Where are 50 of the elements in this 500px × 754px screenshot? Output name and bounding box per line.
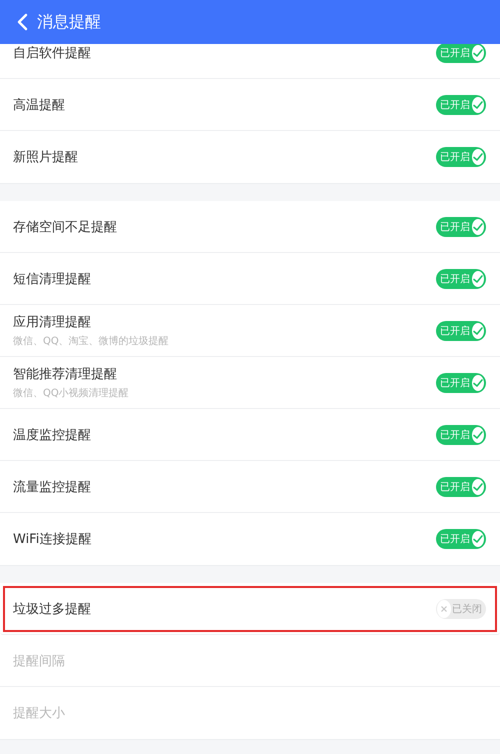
toggle-switch[interactable]: 已开启 (436, 529, 486, 549)
row-label: 提醒大小 (13, 705, 65, 722)
toggle-switch[interactable]: 已关闭 (436, 598, 486, 618)
settings-row[interactable]: 高温提醒 已开启 (0, 79, 500, 131)
settings-row[interactable]: 存储空间不足提醒 已开启 (0, 201, 500, 253)
toggle-switch[interactable]: 已开启 (436, 372, 486, 392)
row-label: 存储空间不足提醒 (13, 218, 117, 236)
settings-row[interactable]: 智能推荐清理提醒 微信、QQ小视频清理提醒 已开启 (0, 357, 500, 409)
settings-row[interactable]: 应用清理提醒 微信、QQ、淘宝、微博的垃圾提醒 已开启 (0, 305, 500, 357)
check-icon (472, 428, 484, 440)
toggle-switch[interactable]: 已开启 (436, 320, 486, 340)
settings-row[interactable]: 自启软件提醒 已开启 (0, 44, 500, 79)
back-icon[interactable] (16, 13, 28, 31)
check-icon (472, 98, 484, 110)
settings-row[interactable]: 短信清理提醒 已开启 (0, 253, 500, 305)
row-label: 新照片提醒 (13, 149, 78, 166)
toggle-switch[interactable]: 已开启 (436, 268, 486, 288)
toggle-switch[interactable]: 已开启 (436, 44, 486, 62)
row-label: 温度监控提醒 (13, 426, 91, 444)
toggle-switch[interactable]: 已开启 (436, 424, 486, 444)
check-icon (472, 151, 484, 163)
toggle-switch[interactable]: 已开启 (436, 94, 486, 114)
settings-row[interactable]: 流量监控提醒 已开启 (0, 461, 500, 513)
check-icon (472, 324, 484, 336)
row-label: 短信清理提醒 (13, 270, 91, 288)
row-label: WiFi连接提醒 (13, 531, 92, 548)
toggle-switch[interactable]: 已开启 (436, 147, 486, 167)
row-label: 智能推荐清理提醒 (13, 366, 118, 383)
row-label: 高温提醒 (13, 96, 65, 114)
check-icon (472, 272, 484, 284)
check-icon (472, 533, 484, 545)
check-icon (472, 480, 484, 492)
row-description: 微信、QQ、淘宝、微博的垃圾提醒 (13, 334, 169, 348)
row-label: 提醒间隔 (13, 652, 65, 670)
row-label: 流量监控提醒 (13, 478, 91, 496)
page-title: 消息提醒 (37, 12, 101, 32)
check-icon (472, 46, 484, 58)
check-icon (472, 376, 484, 388)
toggle-switch[interactable]: 已开启 (436, 476, 486, 496)
toggle-switch[interactable]: 已开启 (436, 216, 486, 236)
row-label: 应用清理提醒 (13, 314, 92, 331)
settings-row[interactable]: 温度监控提醒 已开启 (0, 409, 500, 461)
check-icon (472, 220, 484, 232)
highlighted-row[interactable]: 垃圾过多提醒 已关闭 (0, 583, 500, 635)
row-label: 垃圾过多提醒 (13, 600, 91, 618)
close-icon (440, 604, 448, 612)
row-label: 自启软件提醒 (13, 44, 91, 62)
row-description: 微信、QQ小视频清理提醒 (13, 386, 129, 400)
settings-row[interactable]: 新照片提醒 已开启 (0, 131, 500, 183)
settings-row[interactable]: WiFi连接提醒 已开启 (0, 513, 500, 565)
